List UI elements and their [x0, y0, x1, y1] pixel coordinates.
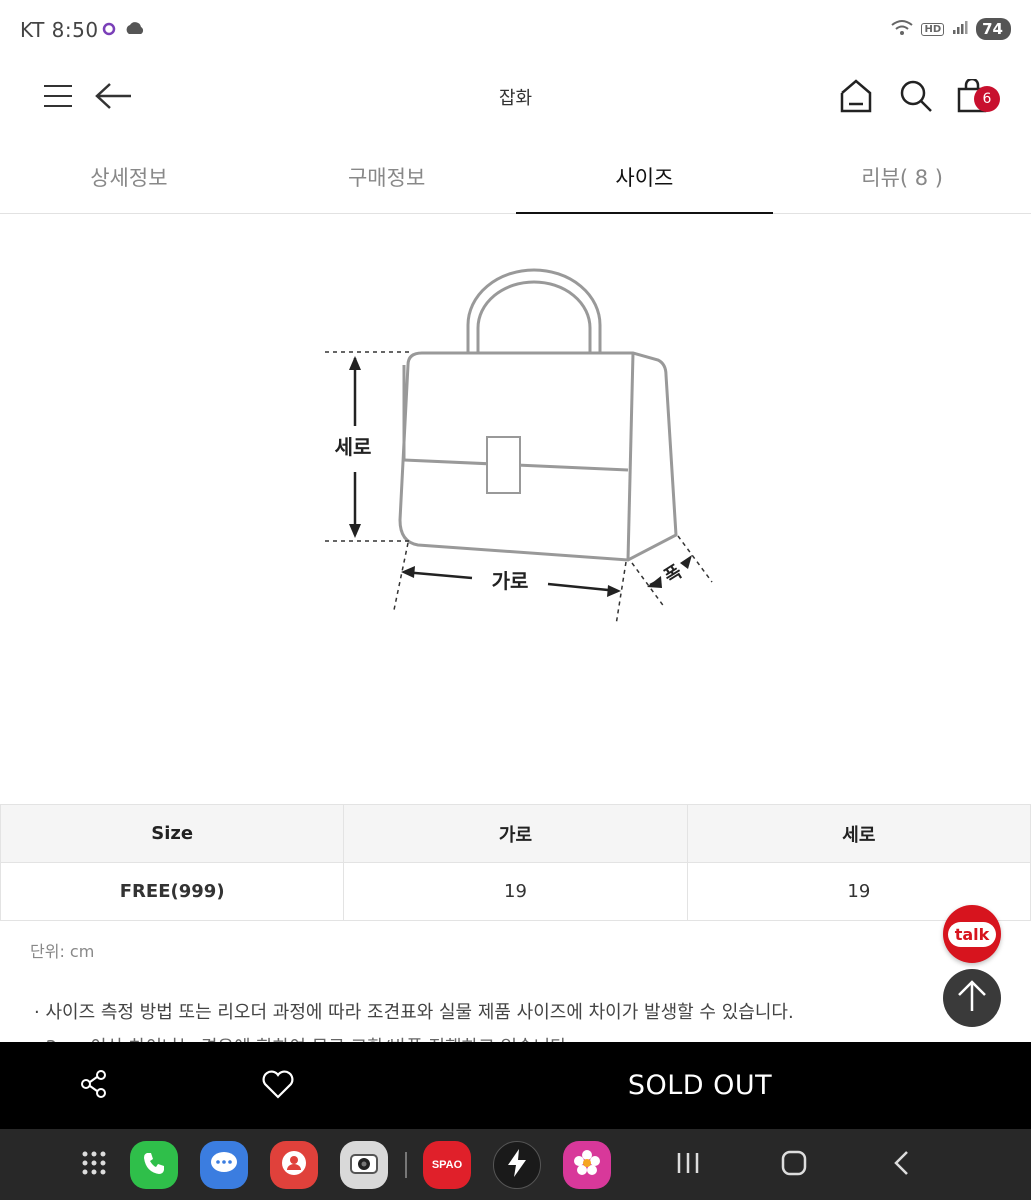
home-icon [840, 79, 872, 117]
arrow-up-icon [956, 979, 988, 1017]
phone-app[interactable] [130, 1141, 178, 1189]
column-header-height: 세로 [686, 804, 1031, 863]
home-button[interactable] [834, 76, 878, 120]
detail-tabs: 상세정보 구매정보 사이즈 리뷰( 8 ) [0, 138, 1031, 214]
cart-button[interactable]: 6 [950, 76, 1000, 120]
heart-icon [261, 1069, 295, 1103]
home-nav-button[interactable] [772, 1143, 816, 1187]
search-icon [899, 79, 933, 117]
bolt-app[interactable] [493, 1141, 541, 1189]
cloud-notification-icon [124, 20, 146, 40]
size-cell: FREE(999) [0, 862, 345, 921]
scroll-top-button[interactable] [943, 969, 1001, 1027]
wifi-icon [891, 18, 914, 40]
column-header-width: 가로 [343, 804, 688, 863]
camera-icon [349, 1150, 379, 1180]
recent-apps-button[interactable] [666, 1143, 710, 1187]
tab-detail-info[interactable]: 상세정보 [0, 138, 258, 213]
chevron-left-icon [892, 1150, 912, 1180]
camera-app[interactable] [340, 1141, 388, 1189]
home-square-icon [781, 1150, 807, 1180]
header: 잡화 6 [0, 62, 1031, 134]
gallery-app[interactable] [563, 1141, 611, 1189]
chat-bubble-icon [209, 1150, 239, 1180]
kakao-talk-button[interactable]: talk [943, 905, 1001, 963]
back-nav-button[interactable] [880, 1143, 924, 1187]
contacts-app[interactable] [270, 1141, 318, 1189]
share-button[interactable] [72, 1064, 116, 1108]
spao-app[interactable]: SPAO [423, 1141, 471, 1189]
status-bar: KT 8:50 HD 74 [0, 0, 1031, 62]
bag-size-illustration: 세로 가로 폭 [300, 260, 730, 640]
tab-purchase-info[interactable]: 구매정보 [258, 138, 516, 213]
height-label: 세로 [335, 435, 372, 459]
tab-size[interactable]: 사이즈 [515, 138, 774, 214]
size-note-partial: · 3cm 이상 차이나는 경우에 한하여 무료 교환/반품 진행하고 있습니다… [34, 1033, 572, 1042]
messages-app[interactable] [200, 1141, 248, 1189]
lightning-icon [505, 1148, 529, 1182]
column-header-size: Size [0, 804, 345, 863]
recents-icon [675, 1151, 701, 1179]
size-note: · 사이즈 측정 방법 또는 리오더 과정에 따라 조견표와 실물 제품 사이즈… [34, 1002, 794, 1023]
search-button[interactable] [894, 76, 938, 120]
depth-label: 폭 [661, 561, 686, 588]
unit-label: 단위: cm [30, 942, 95, 961]
grid-dots-icon [81, 1150, 107, 1180]
phone-icon [141, 1150, 167, 1180]
app-drawer-button[interactable] [72, 1143, 116, 1187]
app-dock: SPAO [0, 1129, 1031, 1200]
wishlist-button[interactable] [256, 1064, 300, 1108]
status-carrier-time: KT 8:50 [20, 18, 99, 42]
width-cell: 19 [343, 862, 688, 921]
spao-app-label: SPAO [431, 1159, 463, 1171]
status-icons-left [102, 20, 146, 40]
sold-out-button[interactable]: SOLD OUT [560, 1042, 840, 1129]
table-header-row: Size 가로 세로 [0, 804, 1031, 863]
person-icon [281, 1150, 307, 1180]
ring-notification-icon [102, 21, 116, 40]
battery-indicator: 74 [976, 18, 1011, 40]
size-table: Size 가로 세로 FREE(999) 19 19 [0, 804, 1031, 921]
android-navigation-bar: SPAO [0, 1129, 1031, 1200]
tab-reviews[interactable]: 리뷰( 8 ) [773, 138, 1031, 213]
share-icon [80, 1069, 108, 1103]
width-label: 가로 [492, 569, 529, 593]
table-row: FREE(999) 19 19 [0, 862, 1031, 921]
bottom-action-bar: SOLD OUT [0, 1042, 1031, 1129]
flower-icon [572, 1148, 602, 1182]
talk-label: talk [947, 921, 997, 947]
hd-icon: HD [921, 22, 945, 36]
status-icons-right: HD 74 [891, 18, 1011, 40]
cart-count-badge: 6 [974, 86, 1000, 112]
signal-icon [952, 19, 968, 39]
dock-separator [405, 1152, 407, 1178]
